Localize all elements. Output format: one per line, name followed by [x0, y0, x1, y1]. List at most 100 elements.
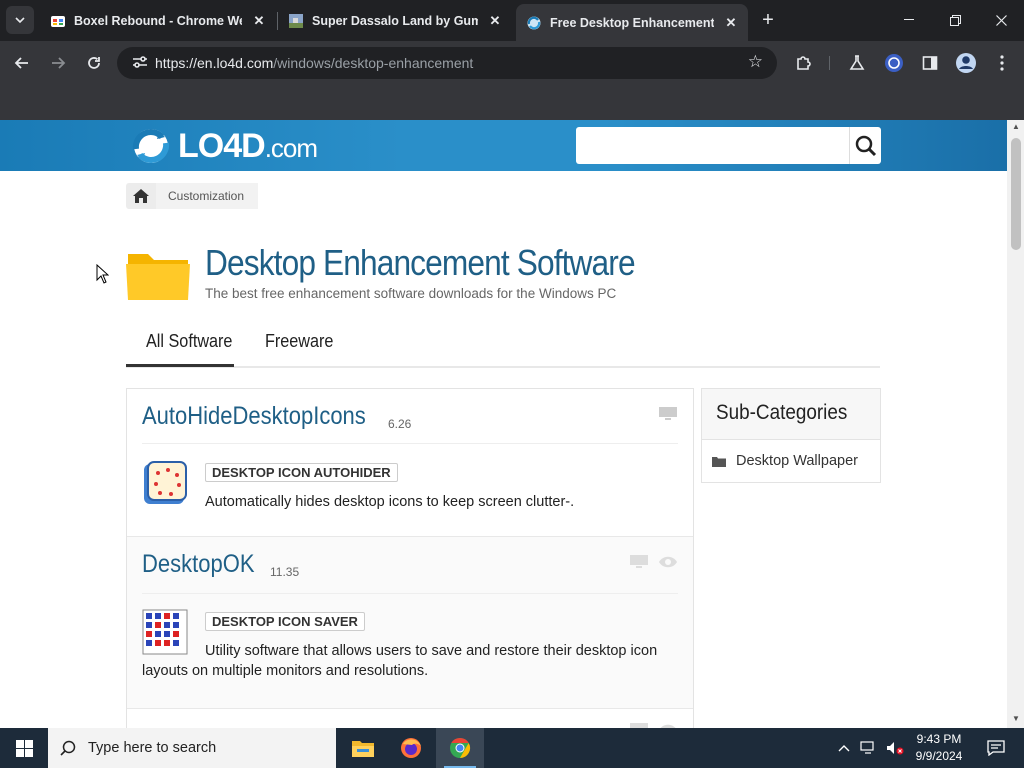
taskbar-search-input[interactable]: Type here to search: [48, 728, 336, 768]
chrome-menu-button[interactable]: [988, 49, 1016, 77]
logo-wordmark: LO4D.com: [178, 127, 318, 166]
network-icon[interactable]: [860, 741, 878, 755]
breadcrumb: Customization: [126, 183, 259, 209]
autohidedesktopicons-app-icon[interactable]: [142, 460, 188, 506]
side-panel-button[interactable]: [916, 49, 944, 77]
page-title: Desktop Enhancement Software: [205, 242, 636, 283]
chrome-web-store-favicon-icon: [51, 15, 65, 27]
category-tag[interactable]: DESKTOP ICON AUTOHIDER: [205, 463, 398, 482]
back-button[interactable]: [8, 49, 36, 77]
firefox-icon: [401, 738, 421, 758]
browser-tab-boxel[interactable]: Boxel Rebound - Chrome Web ✕: [40, 4, 276, 37]
url-text: https://en.lo4d.com/windows/desktop-enha…: [155, 55, 473, 71]
tab-search-button[interactable]: [6, 6, 34, 34]
close-tab-icon[interactable]: ✕: [722, 14, 740, 32]
list-item: [127, 709, 693, 728]
avatar-icon: [956, 53, 976, 73]
notifications-button[interactable]: [976, 728, 1016, 768]
system-tray: [838, 728, 904, 768]
software-name-link[interactable]: AutoHideDesktopIcons: [142, 402, 366, 431]
chevron-down-icon: [15, 16, 25, 23]
site-header: LO4D.com: [0, 120, 1007, 171]
close-tab-icon[interactable]: ✕: [486, 12, 504, 30]
software-tabs: All Software Freeware: [126, 321, 880, 368]
folder-icon: [126, 254, 190, 300]
site-logo[interactable]: LO4D.com: [126, 127, 318, 166]
labs-button[interactable]: [843, 49, 871, 77]
taskbar-file-explorer[interactable]: [339, 728, 387, 768]
new-tab-button[interactable]: +: [756, 8, 780, 32]
scroll-up-arrow-icon[interactable]: ▲: [1011, 122, 1021, 131]
tab-title: Boxel Rebound - Chrome Web: [74, 13, 242, 28]
arrow-right-icon: [52, 57, 66, 69]
toolbar-divider: [829, 56, 830, 70]
restore-icon: [949, 14, 961, 26]
minimize-icon: [904, 19, 914, 20]
extension-badge-icon: [885, 54, 903, 72]
scroll-down-arrow-icon[interactable]: ▼: [1011, 714, 1021, 723]
chevron-up-icon[interactable]: [838, 744, 850, 752]
puzzle-icon: [797, 56, 811, 70]
category-tag[interactable]: DESKTOP ICON SAVER: [205, 612, 365, 631]
taskbar-search-placeholder: Type here to search: [88, 740, 217, 756]
breadcrumb-item[interactable]: Customization: [156, 183, 259, 209]
lo4d-logo-icon: [132, 129, 170, 163]
taskbar-chrome[interactable]: [436, 728, 484, 768]
reload-icon: [88, 57, 100, 69]
url-path: /windows/desktop-enhancement: [273, 55, 474, 71]
home-icon: [133, 189, 149, 203]
site-search-input[interactable]: [576, 127, 881, 164]
list-item: DesktopOK 11.35 DESKTOP ICON SAVER Utili…: [127, 537, 693, 709]
item-divider: [142, 593, 678, 594]
taskbar-clock[interactable]: 9:43 PM 9/9/2024: [912, 731, 966, 765]
windows-logo-icon: [15, 739, 33, 757]
profile-button[interactable]: [952, 49, 980, 77]
restore-button[interactable]: [932, 6, 978, 34]
browser-tab-active[interactable]: Free Desktop Enhancement So ✕: [516, 4, 748, 41]
tab-all-software[interactable]: All Software: [146, 331, 232, 352]
notification-icon: [987, 740, 1005, 756]
tab-title: Super Dassalo Land by Gumpy: [312, 13, 478, 28]
monitor-icon: [659, 407, 677, 420]
close-tab-icon[interactable]: ✕: [250, 12, 268, 30]
sub-category-link[interactable]: Desktop Wallpaper: [712, 453, 858, 469]
flask-icon: [849, 55, 865, 70]
sub-category-label: Desktop Wallpaper: [736, 453, 858, 469]
file-explorer-icon: [352, 741, 374, 757]
scrollbar-thumb[interactable]: [1011, 138, 1021, 250]
minimize-button[interactable]: [886, 6, 932, 34]
extensions-button[interactable]: [790, 49, 818, 77]
site-info-icon[interactable]: [125, 55, 155, 72]
page-subtitle: The best free enhancement software downl…: [205, 286, 617, 301]
kebab-menu-icon: [1000, 55, 1004, 71]
volume-muted-icon[interactable]: [886, 741, 904, 755]
browser-tab-strip: Boxel Rebound - Chrome Web ✕ Super Dassa…: [0, 0, 1024, 41]
game-thumbnail-favicon-icon: [289, 13, 303, 28]
tab-freeware[interactable]: Freeware: [265, 331, 333, 352]
close-window-button[interactable]: [978, 6, 1024, 34]
page-scrollbar[interactable]: ▲ ▼: [1007, 120, 1024, 728]
folder-small-icon: [712, 456, 726, 467]
chrome-icon: [450, 737, 471, 759]
reload-button[interactable]: [80, 49, 108, 77]
bookmark-star-icon[interactable]: ☆: [748, 52, 763, 72]
site-search-button[interactable]: [849, 127, 881, 164]
search-icon: [60, 740, 76, 756]
windows-taskbar: Type here to search 9:43 PM 9/9/2024: [0, 728, 1024, 768]
extension-button[interactable]: [880, 49, 908, 77]
clock-date: 9/9/2024: [915, 749, 963, 763]
logo-suffix: .com: [264, 132, 318, 163]
taskbar-firefox[interactable]: [387, 728, 435, 768]
url-host: https://en.lo4d.com: [155, 55, 274, 71]
start-button[interactable]: [0, 728, 48, 768]
browser-tab-super-dassalo[interactable]: Super Dassalo Land by Gumpy ✕: [278, 4, 512, 37]
forward-button[interactable]: [44, 49, 72, 77]
clock-time: 9:43 PM: [916, 732, 962, 746]
tab-title: Free Desktop Enhancement So: [550, 15, 714, 30]
monitor-icon: [630, 555, 648, 568]
mouse-cursor-icon: [96, 264, 109, 284]
software-name-link[interactable]: DesktopOK: [142, 550, 255, 579]
close-icon: [995, 14, 1007, 26]
breadcrumb-home[interactable]: [126, 183, 156, 209]
address-bar[interactable]: https://en.lo4d.com/windows/desktop-enha…: [117, 47, 777, 79]
